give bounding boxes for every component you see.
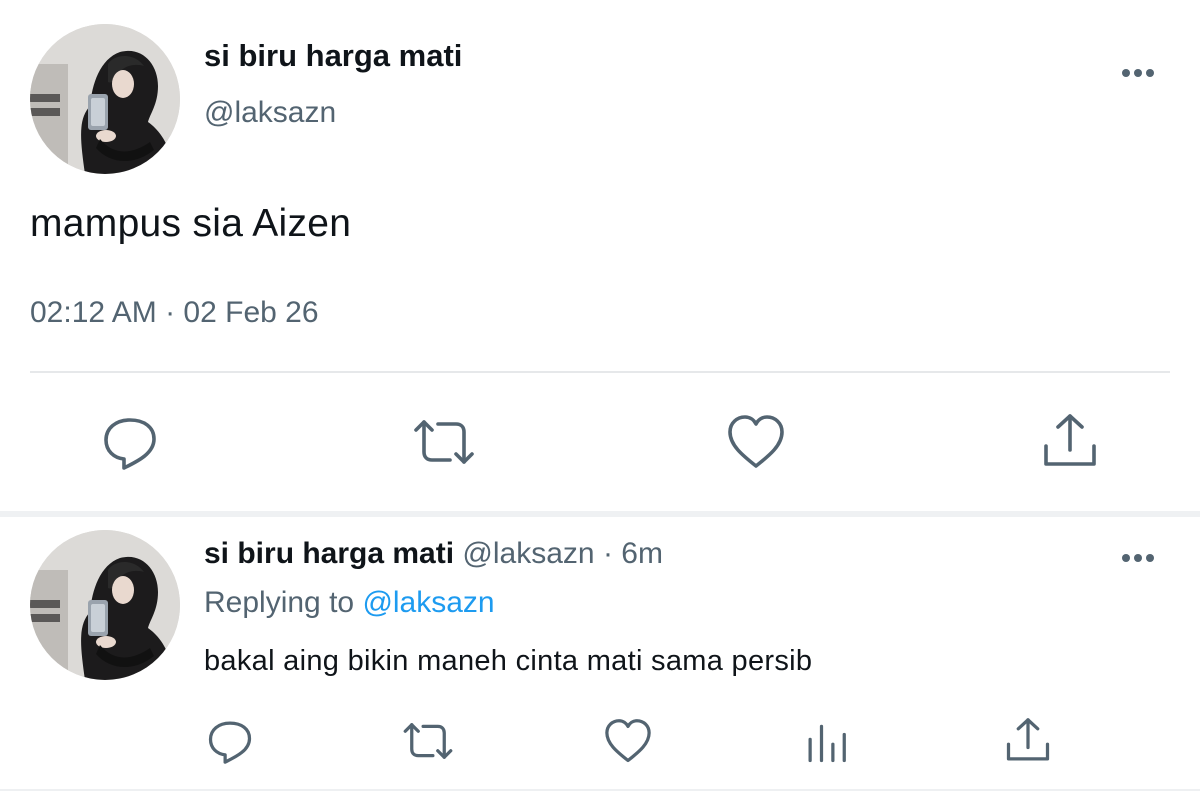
avatar-image (30, 530, 180, 680)
reply-icon (104, 418, 156, 470)
reply-analytics-button[interactable] (802, 715, 854, 767)
reply-like-button[interactable] (602, 715, 654, 767)
reply-share-button[interactable] (1002, 715, 1054, 767)
more-horizontal-icon (1122, 554, 1154, 562)
author-handle[interactable]: @laksazn (204, 96, 336, 130)
author-avatar[interactable] (30, 24, 180, 174)
replying-to-mention[interactable]: @laksazn (362, 586, 494, 619)
replying-to-label: Replying to (204, 586, 355, 619)
reply-header: si biru harga mati @laksazn · 6m (204, 537, 663, 571)
author-name[interactable]: si biru harga mati (204, 38, 462, 74)
reply-button[interactable] (98, 410, 162, 474)
like-button[interactable] (724, 410, 788, 474)
avatar-image (30, 24, 180, 174)
reply-author-avatar[interactable] (30, 530, 180, 680)
share-icon (1006, 718, 1050, 761)
like-icon (605, 719, 651, 763)
replying-to: Replying to @laksazn (204, 586, 495, 620)
tweet-text: mampus sia Aizen (30, 202, 352, 245)
more-horizontal-icon (1122, 69, 1154, 77)
tweet-timestamp[interactable]: 02:12 AM · 02 Feb 26 (30, 296, 319, 330)
divider (30, 371, 1170, 373)
retweet-icon (414, 420, 474, 464)
reply-icon (208, 721, 252, 764)
retweet-button[interactable] (412, 410, 476, 474)
reply-more-options-button[interactable] (1118, 548, 1158, 568)
reply-reply-button[interactable] (204, 715, 256, 767)
retweet-icon (403, 723, 453, 759)
share-button[interactable] (1038, 410, 1102, 474)
reply-text: bakal aing bikin maneh cinta mati sama p… (204, 645, 813, 677)
like-icon (728, 415, 784, 468)
tweet-separator (0, 511, 1200, 517)
share-icon (1044, 414, 1096, 466)
reply-retweet-button[interactable] (402, 715, 454, 767)
analytics-icon (808, 724, 846, 763)
more-options-button[interactable] (1118, 63, 1158, 83)
reply-author-name[interactable]: si biru harga mati (204, 537, 454, 570)
reply-author-handle[interactable]: @laksazn (462, 537, 594, 570)
reply-time[interactable]: · 6m (603, 537, 663, 570)
